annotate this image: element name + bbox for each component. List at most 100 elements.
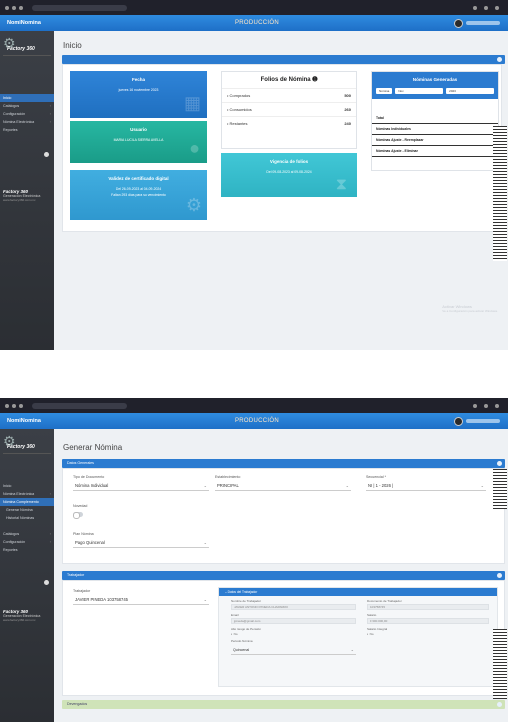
sidebar-item-reportes[interactable]: Reportes (0, 546, 54, 554)
chevron-right-icon: › (49, 104, 51, 108)
folios-row: • Restantes 240 (222, 116, 356, 130)
sidebar-footer-logo: Factory 360 Generación Electrónica www.f… (3, 609, 41, 622)
nominas-row: Total (372, 113, 498, 124)
sidebar-toggle-icon[interactable] (44, 152, 49, 157)
info-icon[interactable]: ➊ (312, 77, 317, 83)
datos-generales-panel: Tipo de Documento Nómina Individual ⌄ Est… (62, 468, 505, 564)
sidebar-item-nomina-complemento[interactable]: Nómina Complemento (0, 498, 54, 506)
sidebar-item-historial[interactable]: Historial Nóminas (0, 514, 54, 522)
nomina-filter-button[interactable]: Nómina (376, 88, 393, 94)
chevron-down-icon: ⌄ (203, 483, 207, 488)
devengados-header: Devengados (62, 700, 505, 709)
sidebar-item-inicio[interactable]: Inicio (0, 94, 54, 102)
app-brand[interactable]: NomiNomina (0, 20, 60, 26)
email-field: jpineda@gmail.com (231, 618, 356, 624)
app-brand[interactable]: NomiNomina (0, 418, 60, 424)
top-navbar: NomiNomina PRODUCCIÓN (0, 15, 508, 31)
collapse-icon[interactable] (497, 702, 502, 707)
establecimiento-select[interactable]: PRINCIPAL ⌄ (215, 481, 351, 491)
sidebar-menu: Inicio Nómina Electrónica › Nómina Comple… (0, 482, 54, 554)
gear-icon: ⚙ (185, 195, 202, 215)
secuencial-field[interactable]: NI | 1 - 2026 | ⌄ (366, 481, 486, 491)
reload-icon[interactable] (19, 5, 23, 10)
novedad-toggle[interactable] (73, 512, 83, 519)
nominas-title: Nóminas Generadas (372, 72, 498, 85)
month-select[interactable]: Nov (395, 88, 444, 94)
nominas-row: Nóminas Ajuste - Eliminar (372, 146, 498, 157)
sidebar: ⚙ Factory 360 Inicio Nómina Electrónica ›… (0, 429, 54, 722)
browser-chrome (0, 0, 508, 15)
chevron-right-icon: › (49, 112, 51, 116)
extension-icon[interactable] (473, 403, 477, 408)
alto-riesgo-toggle[interactable]: ◐ No (231, 632, 238, 636)
browser-chrome (0, 398, 508, 413)
back-icon[interactable] (5, 5, 9, 10)
plan-nomina-select[interactable]: Pago Quincenal ⌄ (73, 538, 209, 548)
main-content: Generar Nómina Datos Generales Tipo de D… (54, 429, 508, 722)
page-title: Inicio (63, 41, 82, 50)
menu-icon[interactable] (495, 403, 499, 408)
user-avatar[interactable] (454, 416, 463, 426)
extension-icon[interactable] (473, 5, 477, 10)
nominas-row: Nóminas Ajuste - Reemplazar (372, 135, 498, 146)
environment-label: PRODUCCIÓN (234, 20, 279, 26)
collapse-icon[interactable] (497, 57, 502, 62)
sidebar-item-nomina[interactable]: Nómina Electrónica › (0, 118, 54, 126)
salario-integral-toggle[interactable]: ◐ No (367, 632, 374, 636)
chevron-down-icon: ⌄ (203, 540, 207, 545)
forward-icon[interactable] (12, 403, 16, 408)
user-name[interactable] (466, 21, 500, 25)
folios-panel: Folios de Nómina ➊ • Comprados 500 • Cons… (221, 71, 357, 149)
user-avatar[interactable] (454, 18, 463, 28)
hourglass-icon: ⧗ (335, 176, 347, 193)
profile-icon[interactable] (484, 5, 488, 10)
chevron-down-icon: ⌄ (203, 597, 207, 602)
address-bar[interactable] (32, 402, 127, 409)
screenshot-generar-nomina: NomiNomina PRODUCCIÓN ⚙ Factory 360 Inic… (0, 398, 508, 722)
scroll-strip (493, 126, 507, 261)
nombre-trabajador-field: JAVIER ANTONIO PINEDA CHAPARRO (231, 604, 356, 610)
main-content: Inicio Fecha jueves 16 noviembre 2023 ▦ … (54, 31, 508, 350)
sidebar-item-nomina[interactable]: Nómina Electrónica › (0, 490, 54, 498)
usuario-card: Usuario MARIA LUCILA SIERRA AVELLA ● (70, 121, 207, 163)
sidebar-toggle-icon[interactable] (44, 580, 49, 585)
address-bar[interactable] (32, 4, 127, 11)
sidebar-item-configuracion[interactable]: Configuración › (0, 110, 54, 118)
salario-field: 1'300.000,00 (367, 618, 489, 624)
fecha-card: Fecha jueves 16 noviembre 2023 ▦ (70, 71, 207, 118)
collapse-icon[interactable] (497, 461, 502, 466)
chevron-down-icon: ⌄ (350, 647, 354, 652)
tipo-documento-select[interactable]: Nómina Individual ⌄ (73, 481, 209, 491)
datos-trabajador-panel: – Datos del Trabajador Nombre de Trabaja… (218, 587, 498, 687)
profile-icon[interactable] (484, 403, 488, 408)
sidebar-item-inicio[interactable]: Inicio (0, 482, 54, 490)
documento-trabajador-field: 103758745 (367, 604, 489, 610)
chevron-right-icon: › (49, 120, 51, 124)
trabajador-header: Trabajador (62, 571, 505, 580)
top-navbar: NomiNomina PRODUCCIÓN (0, 413, 508, 429)
screenshot-inicio: NomiNomina PRODUCCIÓN ⚙ Factory 360 Inic… (0, 0, 508, 350)
forward-icon[interactable] (12, 5, 16, 10)
chevron-down-icon: ⌄ (480, 483, 484, 488)
back-icon[interactable] (5, 403, 9, 408)
sidebar-logo: ⚙ Factory 360 (3, 36, 51, 56)
reload-icon[interactable] (19, 403, 23, 408)
sidebar-footer-logo: Factory 360 Generación Electrónica www.f… (3, 189, 41, 202)
datos-trabajador-header[interactable]: – Datos del Trabajador (219, 588, 497, 596)
dashboard-panel: Fecha jueves 16 noviembre 2023 ▦ Usuario… (62, 64, 502, 232)
year-select[interactable]: 2023 (446, 88, 494, 94)
windows-watermark: Activar Windows Ve a Configuración para … (442, 304, 498, 313)
nominas-panel: Nóminas Generadas Nómina Nov 2023 Total … (371, 71, 499, 171)
datos-generales-header: Datos Generales (62, 459, 505, 468)
periodo-nomina-select[interactable]: Quincenal ⌄ (231, 645, 356, 655)
sidebar-menu: Inicio Catálogos › Configuración › Nómina … (0, 94, 54, 134)
trabajador-select[interactable]: JAVIER PINEDA 103758745 ⌄ (73, 595, 209, 605)
menu-icon[interactable] (495, 5, 499, 10)
sidebar-item-catalogos[interactable]: Catálogos › (0, 102, 54, 110)
sidebar-item-catalogos[interactable]: Catálogos › (0, 530, 54, 538)
sidebar-item-reportes[interactable]: Reportes (0, 126, 54, 134)
sidebar-item-configuracion[interactable]: Configuración › (0, 538, 54, 546)
sidebar-item-generar-nomina[interactable]: Generar Nómina (0, 506, 54, 514)
user-name[interactable] (466, 419, 500, 423)
collapse-icon[interactable] (497, 573, 502, 578)
